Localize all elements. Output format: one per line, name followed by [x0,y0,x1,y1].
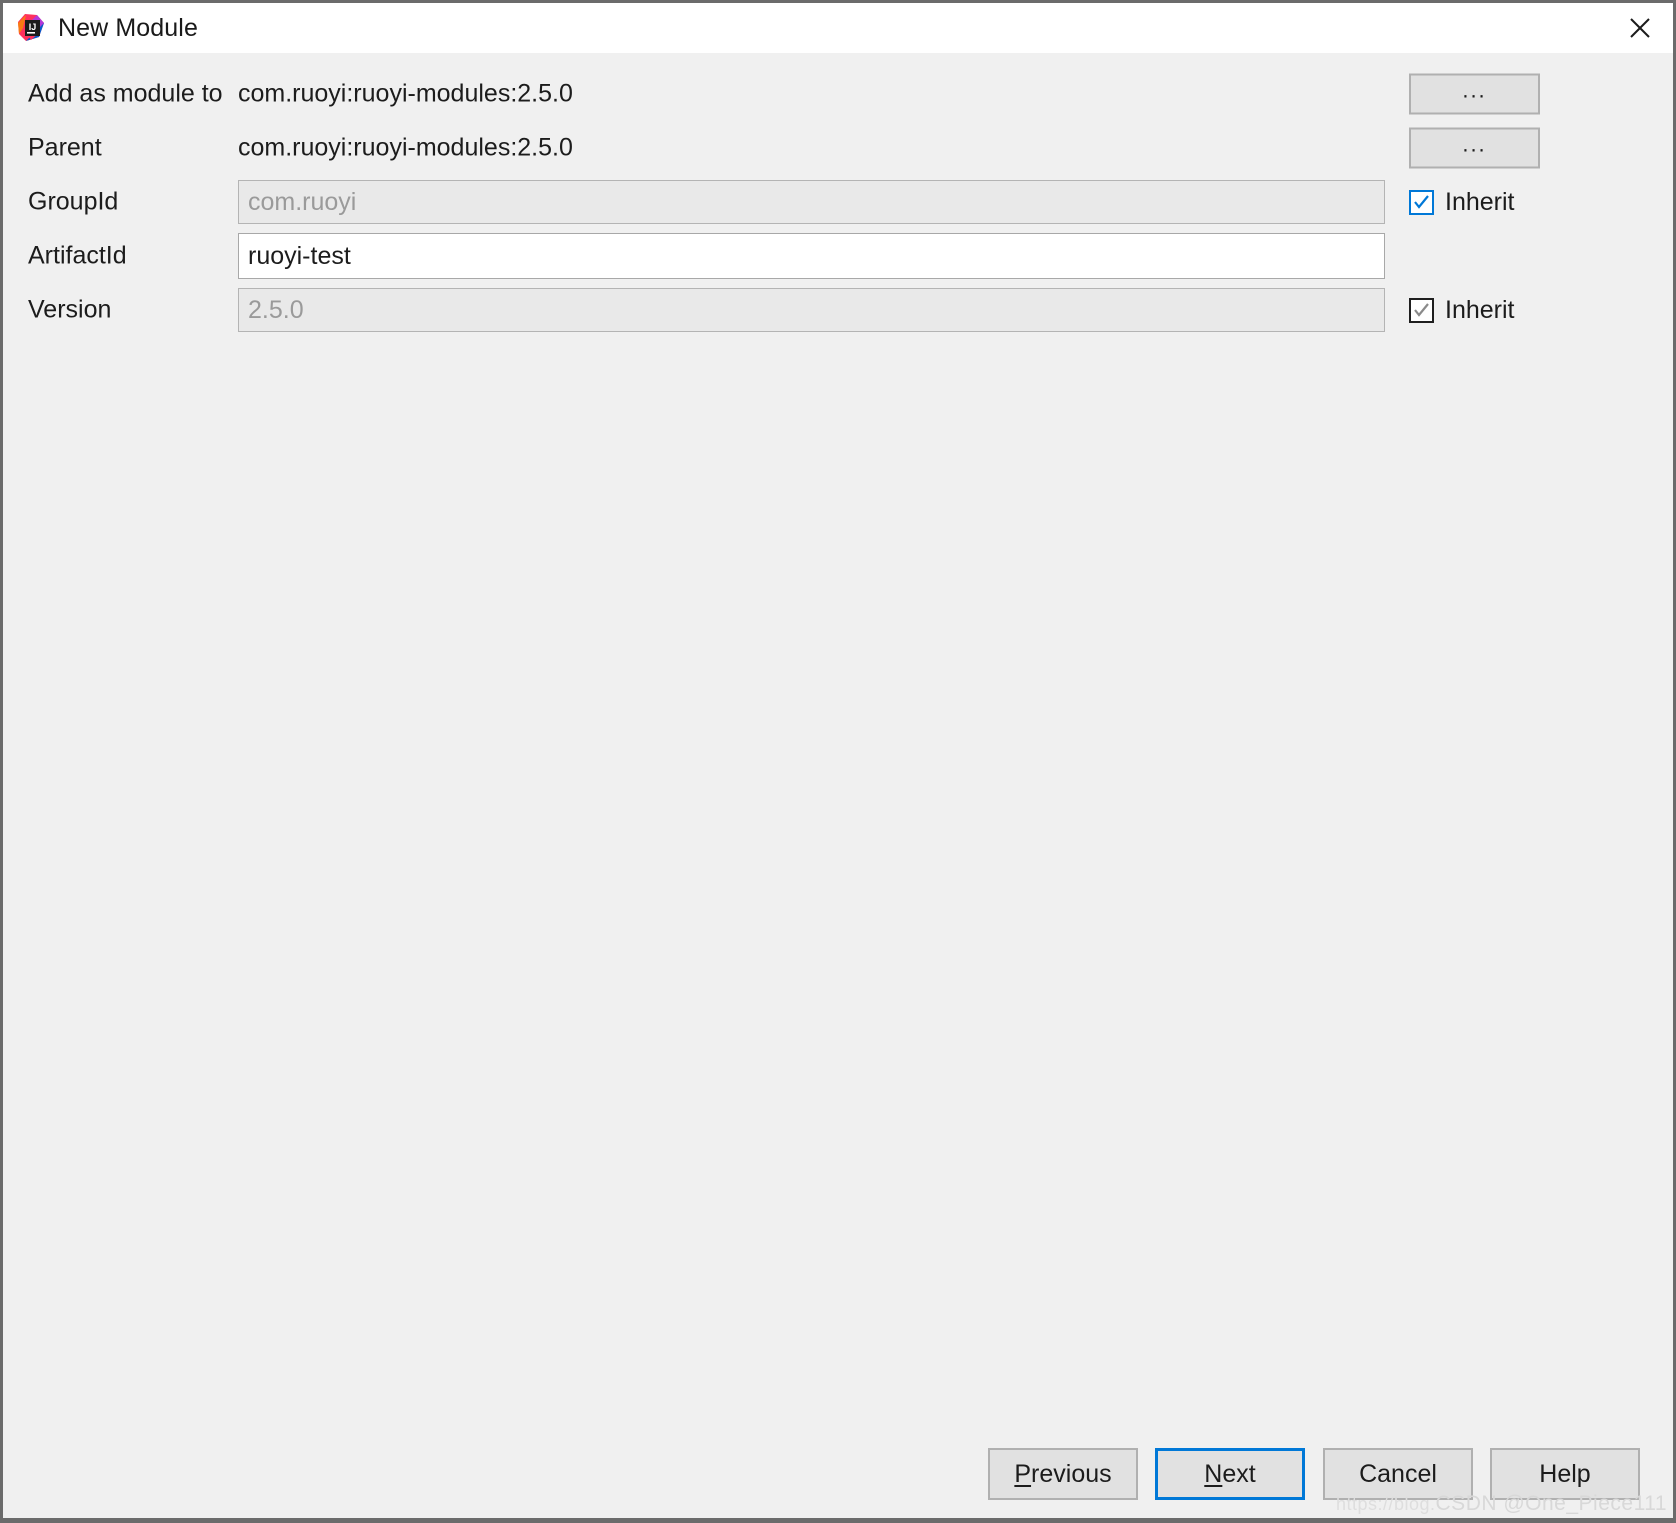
help-button[interactable]: Help [1490,1448,1640,1500]
groupid-value: com.ruoyi [248,187,357,216]
close-button[interactable] [1607,3,1673,53]
label-groupid: GroupId [28,187,119,216]
dialog-footer: Previous Next Cancel Help [3,1448,1673,1500]
title-bar: IJ New Module [3,3,1673,53]
label-artifactid: ArtifactId [28,241,127,270]
row-add-as-module-to: Add as module to com.ruoyi:ruoyi-modules… [3,71,1673,117]
version-inherit-label: Inherit [1445,295,1515,324]
groupid-inherit-checkbox[interactable]: Inherit [1409,187,1514,217]
browse-parent-button[interactable]: ... [1409,127,1540,169]
new-module-dialog: IJ New Module Add as module to com.ruoyi… [0,0,1676,1523]
artifactid-input[interactable]: ruoyi-test [238,233,1385,279]
artifactid-value: ruoyi-test [248,241,351,270]
version-value: 2.5.0 [248,295,304,324]
previous-button-label: Previous [1014,1459,1112,1488]
label-add-as-module-to: Add as module to [28,79,223,108]
checkbox-checked-icon [1409,297,1434,323]
browse-add-as-module-to-button[interactable]: ... [1409,73,1540,115]
groupid-input[interactable]: com.ruoyi [238,180,1385,224]
groupid-inherit-label: Inherit [1445,187,1515,216]
cancel-button[interactable]: Cancel [1323,1448,1473,1500]
help-button-label: Help [1539,1459,1591,1488]
title-bar-left: IJ New Module [3,13,198,43]
ellipsis-icon: ... [1462,77,1487,102]
checkbox-checked-icon [1409,189,1434,215]
row-groupid: GroupId com.ruoyi Inherit [3,179,1673,225]
mnemonic-p: P [1014,1459,1032,1488]
value-add-as-module-to: com.ruoyi:ruoyi-modules:2.5.0 [238,79,573,108]
row-version: Version 2.5.0 Inherit [3,287,1673,333]
ellipsis-icon: ... [1462,131,1487,156]
value-parent: com.ruoyi:ruoyi-modules:2.5.0 [238,133,573,162]
version-inherit-checkbox[interactable]: Inherit [1409,295,1514,325]
row-parent: Parent com.ruoyi:ruoyi-modules:2.5.0 ... [3,125,1673,171]
intellij-idea-icon: IJ [17,13,47,43]
next-button-label: Next [1204,1459,1256,1488]
label-parent: Parent [28,133,102,162]
version-input[interactable]: 2.5.0 [238,288,1385,332]
svg-text:IJ: IJ [29,22,37,32]
mnemonic-n: N [1204,1459,1223,1488]
close-icon [1628,16,1652,40]
dialog-content: Add as module to com.ruoyi:ruoyi-modules… [3,53,1673,1518]
window-title: New Module [58,13,198,42]
cancel-button-label: Cancel [1359,1459,1437,1488]
label-version: Version [28,295,112,324]
next-button[interactable]: Next [1155,1448,1305,1500]
previous-button[interactable]: Previous [988,1448,1138,1500]
row-artifactid: ArtifactId ruoyi-test [3,233,1673,279]
